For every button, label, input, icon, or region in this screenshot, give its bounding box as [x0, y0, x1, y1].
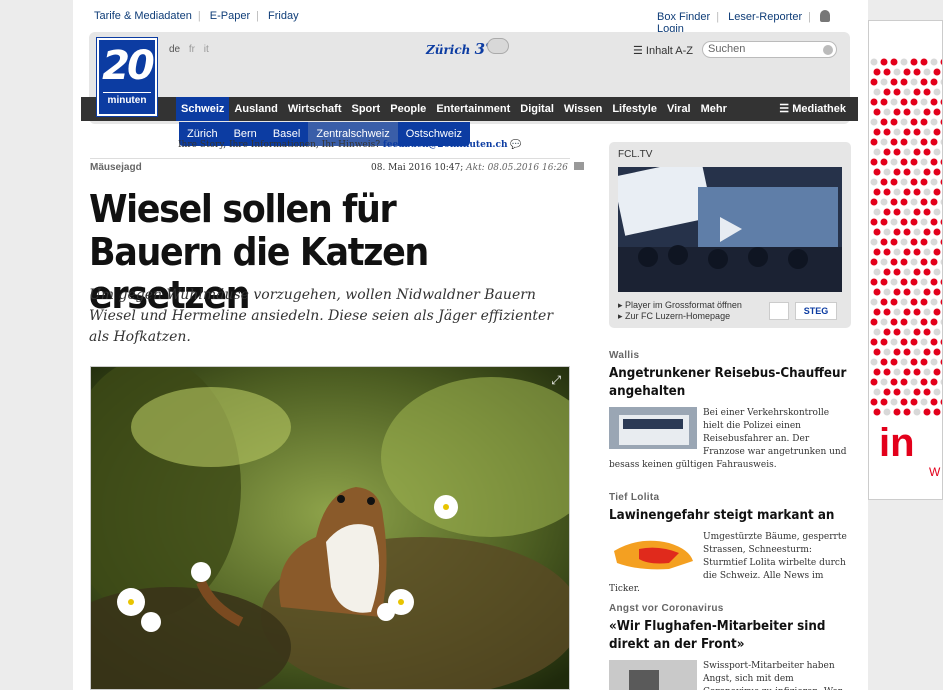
logo-number: 20 [102, 43, 155, 89]
fcl-links: ▸ Player im Grossformat öffnen ▸ Zur FC … [618, 300, 742, 322]
news-headline[interactable]: Lawinengefahr steigt markant an [609, 507, 848, 525]
news-thumbnail[interactable] [609, 660, 697, 690]
mediathek-link[interactable]: ☰ Mediathek [779, 97, 846, 121]
nav-item-wissen[interactable]: Wissen [559, 97, 607, 121]
fcl-video-thumbnail [618, 167, 842, 292]
sidebar-news-1[interactable]: Wallis Angetrunkener Reisebus-Chauffeur … [609, 350, 851, 472]
article-dates: 08. Mai 2016 10:47; Akt: 08.05.2016 16:2… [371, 162, 584, 173]
lang-de[interactable]: de [169, 44, 180, 55]
sponsor-logo-1[interactable] [769, 302, 789, 320]
news-kicker: Angst vor Coronavirus [609, 603, 724, 614]
print-icon[interactable] [573, 162, 584, 170]
article-kicker: Mäusejagd [90, 162, 142, 173]
sponsor-logo-steg[interactable]: STEG [795, 302, 837, 320]
skyscraper-ad[interactable]: in W [868, 20, 943, 500]
nav-item-entertainment[interactable]: Entertainment [431, 97, 515, 121]
fcl-tv-widget: FCL.TV ▸ Player im Grossformat öffnen ▸ … [609, 142, 851, 328]
weather-city: Zürich [426, 43, 471, 57]
news-headline[interactable]: «Wir Flughafen-Mitarbeiter sind direkt a… [609, 618, 848, 654]
link-epaper[interactable]: E-Paper [210, 10, 250, 22]
nav-item-wirtschaft[interactable]: Wirtschaft [283, 97, 347, 121]
divider [90, 158, 570, 159]
nav-item-people[interactable]: People [385, 97, 431, 121]
search-icon[interactable] [823, 45, 833, 55]
news-teaser: Swissport-Mitarbeiter haben Angst, sich … [703, 661, 842, 690]
utility-nav-left: Tarife & Mediadaten | E-Paper | Friday [94, 10, 299, 22]
fcl-link-grossformat-label: Player im Grossformat öffnen [625, 300, 742, 310]
expand-icon[interactable]: ⤢ [551, 373, 561, 388]
news-kicker: Tief Lolita [609, 492, 660, 503]
link-friday[interactable]: Friday [268, 10, 299, 22]
nav-item-lifestyle[interactable]: Lifestyle [607, 97, 662, 121]
feedback-email-link[interactable]: feedback@20minuten.ch [383, 140, 508, 150]
nav-item-ausland[interactable]: Ausland [229, 97, 282, 121]
mediathek-label: Mediathek [792, 103, 846, 115]
weather-widget[interactable]: Zürich 3° [426, 40, 493, 58]
nav-item-mehr[interactable]: Mehr [696, 97, 732, 121]
link-leser-reporter[interactable]: Leser-Reporter [728, 11, 802, 23]
sidebar-news-3[interactable]: Angst vor Coronavirus «Wir Flughafen-Mit… [609, 603, 851, 690]
fcl-link-homepage[interactable]: ▸ Zur FC Luzern-Homepage [618, 311, 742, 322]
nav-item-viral[interactable]: Viral [662, 97, 696, 121]
logo-20minuten[interactable]: 20 minuten [97, 38, 157, 116]
nav-item-schweiz[interactable]: Schweiz [176, 97, 230, 121]
search-placeholder: Suchen [708, 43, 746, 55]
fcl-title: FCL.TV [618, 149, 653, 160]
logo-word: minuten [103, 92, 151, 106]
news-thumbnail[interactable] [609, 531, 697, 573]
lang-it[interactable]: it [204, 44, 209, 55]
article-updated: Akt: 08.05.2016 16:26 [466, 163, 568, 173]
sidebar-news-2[interactable]: Tief Lolita Lawinengefahr steigt markant… [609, 492, 851, 596]
link-tarife[interactable]: Tarife & Mediadaten [94, 10, 192, 22]
ad-text: in [879, 421, 915, 465]
cloud-icon [487, 38, 509, 54]
user-icon [820, 10, 831, 22]
fcl-video-player[interactable] [618, 167, 842, 292]
feedback-line: Ihre Story, Ihre Informationen, Ihr Hinw… [178, 140, 522, 150]
language-switch: de fr it [169, 44, 215, 55]
inhalt-label: Inhalt A-Z [645, 45, 693, 57]
feedback-text: Ihre Story, Ihre Informationen, Ihr Hinw… [178, 140, 381, 150]
nav-item-sport[interactable]: Sport [347, 97, 386, 121]
article-date: 08. Mai 2016 10:47; [371, 163, 464, 173]
lang-fr[interactable]: fr [189, 44, 195, 55]
fcl-link-grossformat[interactable]: ▸ Player im Grossformat öffnen [618, 300, 742, 311]
news-thumbnail[interactable] [609, 407, 697, 449]
link-box-finder[interactable]: Box Finder [657, 11, 710, 23]
speech-bubble-icon: 💬 [510, 140, 522, 150]
article-lead: Um gegen Wühlmäuse vorzugehen, wollen Ni… [89, 287, 554, 345]
fcl-link-homepage-label: Zur FC Luzern-Homepage [625, 311, 731, 321]
ad-subtext: W [929, 465, 941, 479]
weasel-photo-image [91, 367, 569, 689]
news-headline[interactable]: Angetrunkener Reisebus-Chauffeur angehal… [609, 365, 848, 401]
ad-pattern-image [870, 58, 942, 416]
main-nav: Schweiz Ausland Wirtschaft Sport People Enter… [81, 97, 858, 121]
news-kicker: Wallis [609, 350, 640, 361]
inhalt-az-link[interactable]: ☰ Inhalt A-Z [633, 44, 693, 57]
search-input[interactable]: Suchen [702, 41, 837, 58]
article-photo[interactable]: ⤢ [90, 366, 570, 690]
page: Tarife & Mediadaten | E-Paper | Friday Box… [73, 0, 868, 690]
sponsor-steg-label: STEG [803, 306, 829, 316]
nav-item-digital[interactable]: Digital [515, 97, 559, 121]
